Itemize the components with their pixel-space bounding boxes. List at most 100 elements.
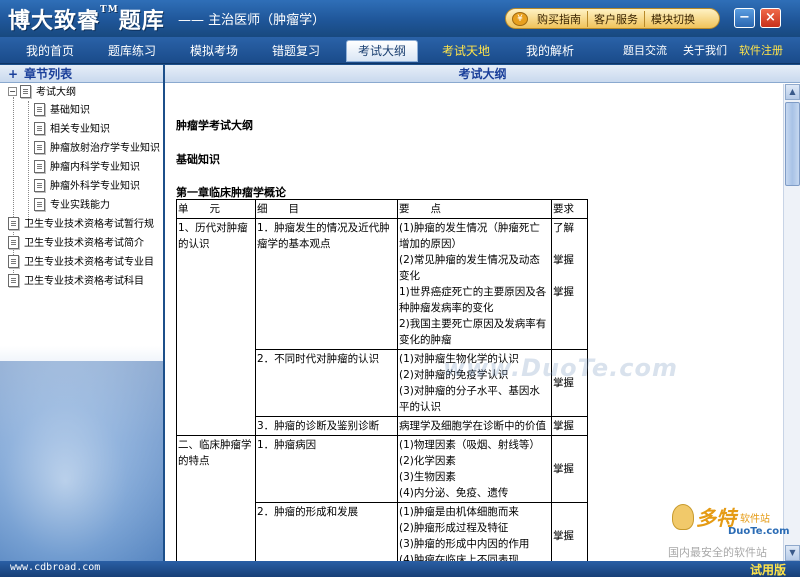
point-text: (2)化学因素 — [399, 455, 456, 467]
document-icon — [34, 140, 45, 154]
section-heading: 基础知识 — [176, 153, 220, 166]
document-icon — [34, 121, 45, 135]
nav-wrong-review[interactable]: 错题复习 — [264, 41, 328, 61]
nav-exam-world[interactable]: 考试天地 — [434, 41, 498, 61]
close-button[interactable]: × — [760, 8, 781, 28]
point-text: (1)物理因素（吸烟、射线等） — [399, 439, 540, 451]
buy-guide-button[interactable]: 购买指南 — [531, 10, 588, 27]
chapter-tree: − 考试大纲 基础知识 相关专业知识 肿瘤放射治疗学专业知识 肿瘤内科学专业知识 … — [0, 83, 163, 561]
nav-home[interactable]: 我的首页 — [18, 41, 82, 61]
tree-node-label: 肿瘤内科学专业知识 — [50, 162, 140, 173]
document-icon — [20, 84, 31, 98]
points-cell: (1)肿瘤的发生情况（肿瘤死亡增加的原因） (2)常见肿瘤的发生情况及动态变化 … — [397, 218, 552, 350]
document-icon — [34, 102, 45, 116]
tree-node-label: 基础知识 — [50, 105, 90, 116]
nav-exam-outline[interactable]: 考试大纲 — [346, 40, 418, 62]
point-text: (4)肿瘤在临床上不同表现 — [399, 554, 519, 561]
logo-text: 博大致睿 — [8, 8, 101, 34]
outline-document: 肿瘤学考试大纲 基础知识 第一章临床肿瘤学概论 单 元 细 目 要 点 要求 1… — [165, 84, 781, 561]
point-text: (2)对肿瘤的免疫学认识 — [399, 369, 509, 381]
table-row: 二、临床肿瘤学的特点 1．肿瘤病因 (1)物理因素（吸烟、射线等） (2)化学因… — [176, 435, 588, 561]
module-switch-button[interactable]: 模块切换 — [645, 11, 701, 27]
point-text: 2)我国主要死亡原因及发病率有变化的肿瘤 — [399, 318, 547, 346]
background-illustration — [0, 361, 163, 561]
point-text: (1)肿瘤是由机体细胞而来 — [399, 506, 519, 518]
document-icon — [34, 178, 45, 192]
tree-node-practice-ability[interactable]: 专业实践能力 — [34, 197, 110, 215]
point-text: (2)常见肿瘤的发生情况及动态变化 — [399, 254, 540, 282]
requirement-cell: 掌握 — [551, 435, 588, 503]
point-text: (3)生物因素 — [399, 471, 456, 483]
point-text: (4)内分泌、免疫、遗传 — [399, 487, 509, 499]
logo-tiku: 题库 — [118, 8, 165, 34]
tree-node-related-knowledge[interactable]: 相关专业知识 — [34, 121, 110, 139]
requirement-cell: 掌握 — [551, 502, 588, 561]
tree-node-label: 肿瘤放射治疗学专业知识 — [50, 143, 160, 154]
cart-icon: ¥ — [512, 11, 528, 26]
scroll-up-icon[interactable]: ▲ — [785, 84, 800, 100]
unit-cell: 二、临床肿瘤学的特点 — [176, 435, 256, 561]
app-subtitle: —— 主治医师（肿瘤学） — [178, 13, 326, 28]
document-icon — [8, 273, 19, 287]
nav-mock-exam[interactable]: 模拟考场 — [182, 41, 246, 61]
tree-node-label: 卫生专业技术资格考试暂行规 — [24, 219, 154, 230]
tree-node-introduction[interactable]: 卫生专业技术资格考试简介 — [8, 235, 144, 253]
scroll-thumb[interactable] — [785, 102, 800, 186]
tree-line — [28, 101, 29, 221]
requirement-cell: 掌握 — [551, 416, 588, 436]
tree-node-label: 卫生专业技术资格考试科目 — [24, 276, 144, 287]
minimize-button[interactable]: − — [734, 8, 755, 28]
table-row: 1、历代对肿瘤的认识 1．肿瘤发生的情况及近代肿瘤学的基本观点 (1)肿瘤的发生… — [176, 218, 588, 436]
tree-node-label: 肿瘤外科学专业知识 — [50, 181, 140, 192]
document-icon — [8, 254, 19, 268]
point-text: 1)世界癌症死亡的主要原因及各种肿瘤发病率的变化 — [399, 286, 547, 314]
syllabus-table: 单 元 细 目 要 点 要求 1、历代对肿瘤的认识 1．肿瘤发生的情况及近代肿瘤… — [176, 199, 588, 561]
app-logo: 博大致睿TM题库 — [8, 3, 165, 35]
column-header-points: 要 点 — [397, 199, 552, 219]
points-cell: 病理学及细胞学在诊断中的价值 — [397, 416, 552, 436]
tree-node-subjects[interactable]: 卫生专业技术资格考试科目 — [8, 273, 144, 291]
vertical-scrollbar[interactable]: ▲ ▼ — [783, 84, 800, 561]
tree-node-radiotherapy[interactable]: 肿瘤放射治疗学专业知识 — [34, 140, 160, 158]
sidebar-title: 章节列表 — [24, 67, 73, 81]
logo-trademark: TM — [100, 5, 119, 15]
collapse-toggle-icon[interactable]: − — [8, 86, 17, 96]
nav-practice[interactable]: 题库练习 — [100, 41, 164, 61]
tree-node-regulations[interactable]: 卫生专业技术资格考试暂行规 — [8, 216, 154, 234]
tree-node-specialty-catalog[interactable]: 卫生专业技术资格考试专业目 — [8, 254, 154, 272]
item-cell: 1．肿瘤发生的情况及近代肿瘤学的基本观点 — [255, 218, 398, 350]
tree-node-basic-knowledge[interactable]: 基础知识 — [34, 102, 90, 120]
website-url[interactable]: www.cdbroad.com — [10, 562, 100, 573]
tree-node-label: 考试大纲 — [36, 87, 76, 98]
tree-node-medical-oncology[interactable]: 肿瘤内科学专业知识 — [34, 159, 140, 177]
nav-my-analysis[interactable]: 我的解析 — [518, 41, 582, 61]
document-icon — [8, 235, 19, 249]
content-header: 考试大纲 — [165, 65, 800, 83]
item-cell: 2．肿瘤的形成和发展 — [255, 502, 398, 561]
tree-node-label: 卫生专业技术资格考试专业目 — [24, 257, 154, 268]
item-cell: 2．不同时代对肿瘤的认识 — [255, 349, 398, 417]
point-text: (1)对肿瘤生物化学的认识 — [399, 353, 519, 365]
document-title: 肿瘤学考试大纲 — [176, 119, 253, 132]
item-cell: 3．肿瘤的诊断及鉴别诊断 — [255, 416, 398, 436]
title-bar: 博大致睿TM题库 —— 主治医师（肿瘤学） ¥ 购买指南 客户服务 模块切换 −… — [0, 0, 800, 37]
expand-icon[interactable]: + — [8, 67, 18, 81]
nav-question-exchange[interactable]: 题目交流 — [623, 41, 667, 61]
table-header-row: 单 元 细 目 要 点 要求 — [176, 199, 588, 219]
tree-node-surgical-oncology[interactable]: 肿瘤外科学专业知识 — [34, 178, 140, 196]
requirement-text: 掌握 — [553, 286, 574, 298]
document-icon — [34, 159, 45, 173]
unit-cell: 1、历代对肿瘤的认识 — [176, 218, 256, 436]
requirement-cell: 了解 掌握 掌握 — [551, 218, 588, 350]
tree-node-label: 相关专业知识 — [50, 124, 110, 135]
point-text: (1)肿瘤的发生情况（肿瘤死亡增加的原因） — [399, 222, 540, 250]
scroll-down-icon[interactable]: ▼ — [785, 545, 800, 561]
nav-register[interactable]: 软件注册 — [739, 41, 783, 61]
tree-node-outline[interactable]: − 考试大纲 — [8, 84, 76, 102]
tree-node-label: 卫生专业技术资格考试简介 — [24, 238, 144, 249]
customer-service-button[interactable]: 客户服务 — [588, 10, 645, 27]
tree-node-label: 专业实践能力 — [50, 200, 110, 211]
nav-about-us[interactable]: 关于我们 — [683, 41, 727, 61]
document-icon — [8, 216, 19, 230]
point-text: (2)肿瘤形成过程及特征 — [399, 522, 509, 534]
